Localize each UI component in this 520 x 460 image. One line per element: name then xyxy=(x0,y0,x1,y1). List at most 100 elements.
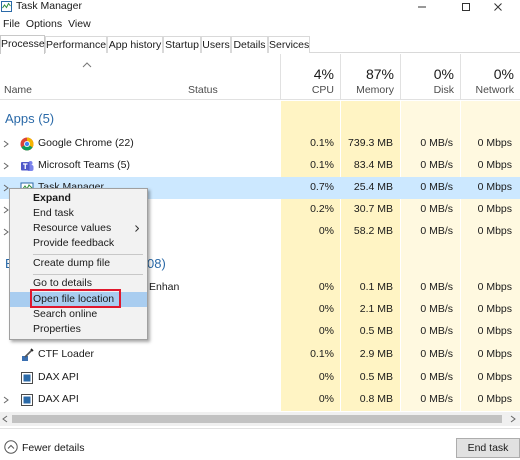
column-name-header[interactable]: Name xyxy=(4,84,32,96)
minimize-icon xyxy=(418,6,426,8)
task-manager-window: Task Manager File Options View Processes… xyxy=(0,0,520,460)
ctx-expand[interactable]: Expand xyxy=(10,191,147,206)
cpu-value: 0.1% xyxy=(310,137,334,149)
scrollbar-thumb[interactable] xyxy=(12,415,502,423)
scroll-right-icon[interactable] xyxy=(510,415,516,423)
cpu-value: 0% xyxy=(318,371,334,383)
tab-app-history[interactable]: App history xyxy=(107,36,163,53)
disk-total-percent: 0% xyxy=(433,66,454,82)
section-background-processes-count: 08) xyxy=(147,256,166,271)
disk-label: Disk xyxy=(433,84,454,96)
ctf-loader-icon xyxy=(22,348,34,361)
memory-label: Memory xyxy=(356,84,394,96)
cpu-total-percent: 4% xyxy=(313,66,334,82)
tab-startup[interactable]: Startup xyxy=(163,36,201,53)
ctx-create-dump-file[interactable]: Create dump file xyxy=(10,256,147,271)
minimize-button[interactable] xyxy=(400,0,444,14)
close-icon xyxy=(494,3,502,11)
process-name: Enhan xyxy=(149,281,180,293)
disk-value: 0 MB/s xyxy=(420,303,453,315)
disk-value: 0 MB/s xyxy=(420,393,453,405)
cpu-value: 0.2% xyxy=(310,203,334,215)
expand-chevron-icon[interactable] xyxy=(3,162,9,170)
ctx-end-task[interactable]: End task xyxy=(10,206,147,221)
cpu-label: CPU xyxy=(311,84,334,96)
menu-file[interactable]: File xyxy=(0,16,23,32)
column-memory-header[interactable]: 87% Memory xyxy=(340,54,400,100)
memory-value: 739.3 MB xyxy=(348,137,393,149)
memory-value: 2.9 MB xyxy=(359,348,393,360)
tab-bar: Processes Performance App history Startu… xyxy=(0,35,520,54)
network-value: 0 Mbps xyxy=(477,159,512,171)
scroll-left-icon[interactable] xyxy=(2,415,8,423)
cpu-value: 0.1% xyxy=(310,348,334,360)
disk-value: 0 MB/s xyxy=(420,181,453,193)
menu-separator xyxy=(33,254,143,255)
process-row[interactable]: Google Chrome (22) 0.1% 739.3 MB 0 MB/s … xyxy=(0,133,520,155)
memory-value: 0.5 MB xyxy=(359,325,393,337)
tab-users[interactable]: Users xyxy=(201,36,231,53)
column-cpu-header[interactable]: 4% CPU xyxy=(280,54,340,100)
column-status-header[interactable]: Status xyxy=(188,84,218,96)
cpu-value: 0% xyxy=(318,281,334,293)
process-row[interactable]: DAX API 0% 0.5 MB 0 MB/s 0 Mbps xyxy=(0,367,520,389)
expand-chevron-icon[interactable] xyxy=(3,140,9,148)
disk-value: 0 MB/s xyxy=(420,325,453,337)
memory-value: 0.8 MB xyxy=(359,393,393,405)
network-value: 0 Mbps xyxy=(477,393,512,405)
menu-bar: File Options View xyxy=(0,16,94,32)
footer-bar: Fewer details End task xyxy=(0,428,520,460)
disk-value: 0 MB/s xyxy=(420,137,453,149)
ctx-resource-values[interactable]: Resource values xyxy=(10,221,147,236)
process-name: DAX API xyxy=(38,371,79,383)
process-row[interactable]: Microsoft Teams (5) 0.1% 83.4 MB 0 MB/s … xyxy=(0,155,520,177)
disk-value: 0 MB/s xyxy=(420,225,453,237)
chevron-up-circle-icon[interactable] xyxy=(4,440,18,454)
menu-view[interactable]: View xyxy=(65,16,94,32)
disk-value: 0 MB/s xyxy=(420,348,453,360)
section-apps: Apps (5) xyxy=(5,111,55,126)
memory-value: 2.1 MB xyxy=(359,303,393,315)
network-value: 0 Mbps xyxy=(477,325,512,337)
network-value: 0 Mbps xyxy=(477,203,512,215)
network-value: 0 Mbps xyxy=(477,225,512,237)
tab-details[interactable]: Details xyxy=(231,36,268,53)
memory-value: 83.4 MB xyxy=(353,159,393,171)
cpu-value: 0% xyxy=(318,393,334,405)
process-name: CTF Loader xyxy=(38,348,95,360)
ctx-resource-values-label: Resource values xyxy=(33,222,112,234)
process-name: Microsoft Teams (5) xyxy=(38,159,130,171)
column-disk-header[interactable]: 0% Disk xyxy=(400,54,460,100)
ctx-properties[interactable]: Properties xyxy=(10,322,147,337)
ctx-provide-feedback[interactable]: Provide feedback xyxy=(10,236,147,251)
highlight-annotation-box xyxy=(30,289,121,308)
network-value: 0 Mbps xyxy=(477,137,512,149)
process-name: Google Chrome (22) xyxy=(38,137,134,149)
sort-ascending-icon[interactable] xyxy=(82,62,92,68)
process-row[interactable]: CTF Loader 0.1% 2.9 MB 0 MB/s 0 Mbps xyxy=(0,344,520,366)
process-name: DAX API xyxy=(38,393,79,405)
column-network-header[interactable]: 0% Network xyxy=(460,54,520,100)
dax-api-icon xyxy=(21,372,33,384)
cpu-value: 0% xyxy=(318,225,334,237)
cpu-value: 0% xyxy=(318,303,334,315)
network-total-percent: 0% xyxy=(493,66,514,82)
disk-value: 0 MB/s xyxy=(420,281,453,293)
horizontal-scrollbar[interactable] xyxy=(0,412,520,426)
expand-chevron-icon[interactable] xyxy=(3,396,9,404)
disk-value: 0 MB/s xyxy=(420,371,453,383)
ctx-search-online[interactable]: Search online xyxy=(10,307,147,322)
fewer-details-link[interactable]: Fewer details xyxy=(22,442,84,454)
tab-services[interactable]: Services xyxy=(268,36,310,53)
title-bar: Task Manager xyxy=(0,0,520,14)
memory-value: 0.1 MB xyxy=(359,281,393,293)
maximize-icon xyxy=(462,3,470,11)
close-button[interactable] xyxy=(476,0,520,14)
network-value: 0 Mbps xyxy=(477,371,512,383)
end-task-button[interactable]: End task xyxy=(456,438,520,458)
process-row[interactable]: DAX API 0% 0.8 MB 0 MB/s 0 Mbps xyxy=(0,389,520,411)
tab-performance[interactable]: Performance xyxy=(45,36,107,53)
tab-processes[interactable]: Processes xyxy=(0,35,50,54)
context-menu: Expand End task Resource values Provide … xyxy=(9,188,148,340)
menu-options[interactable]: Options xyxy=(23,16,65,32)
